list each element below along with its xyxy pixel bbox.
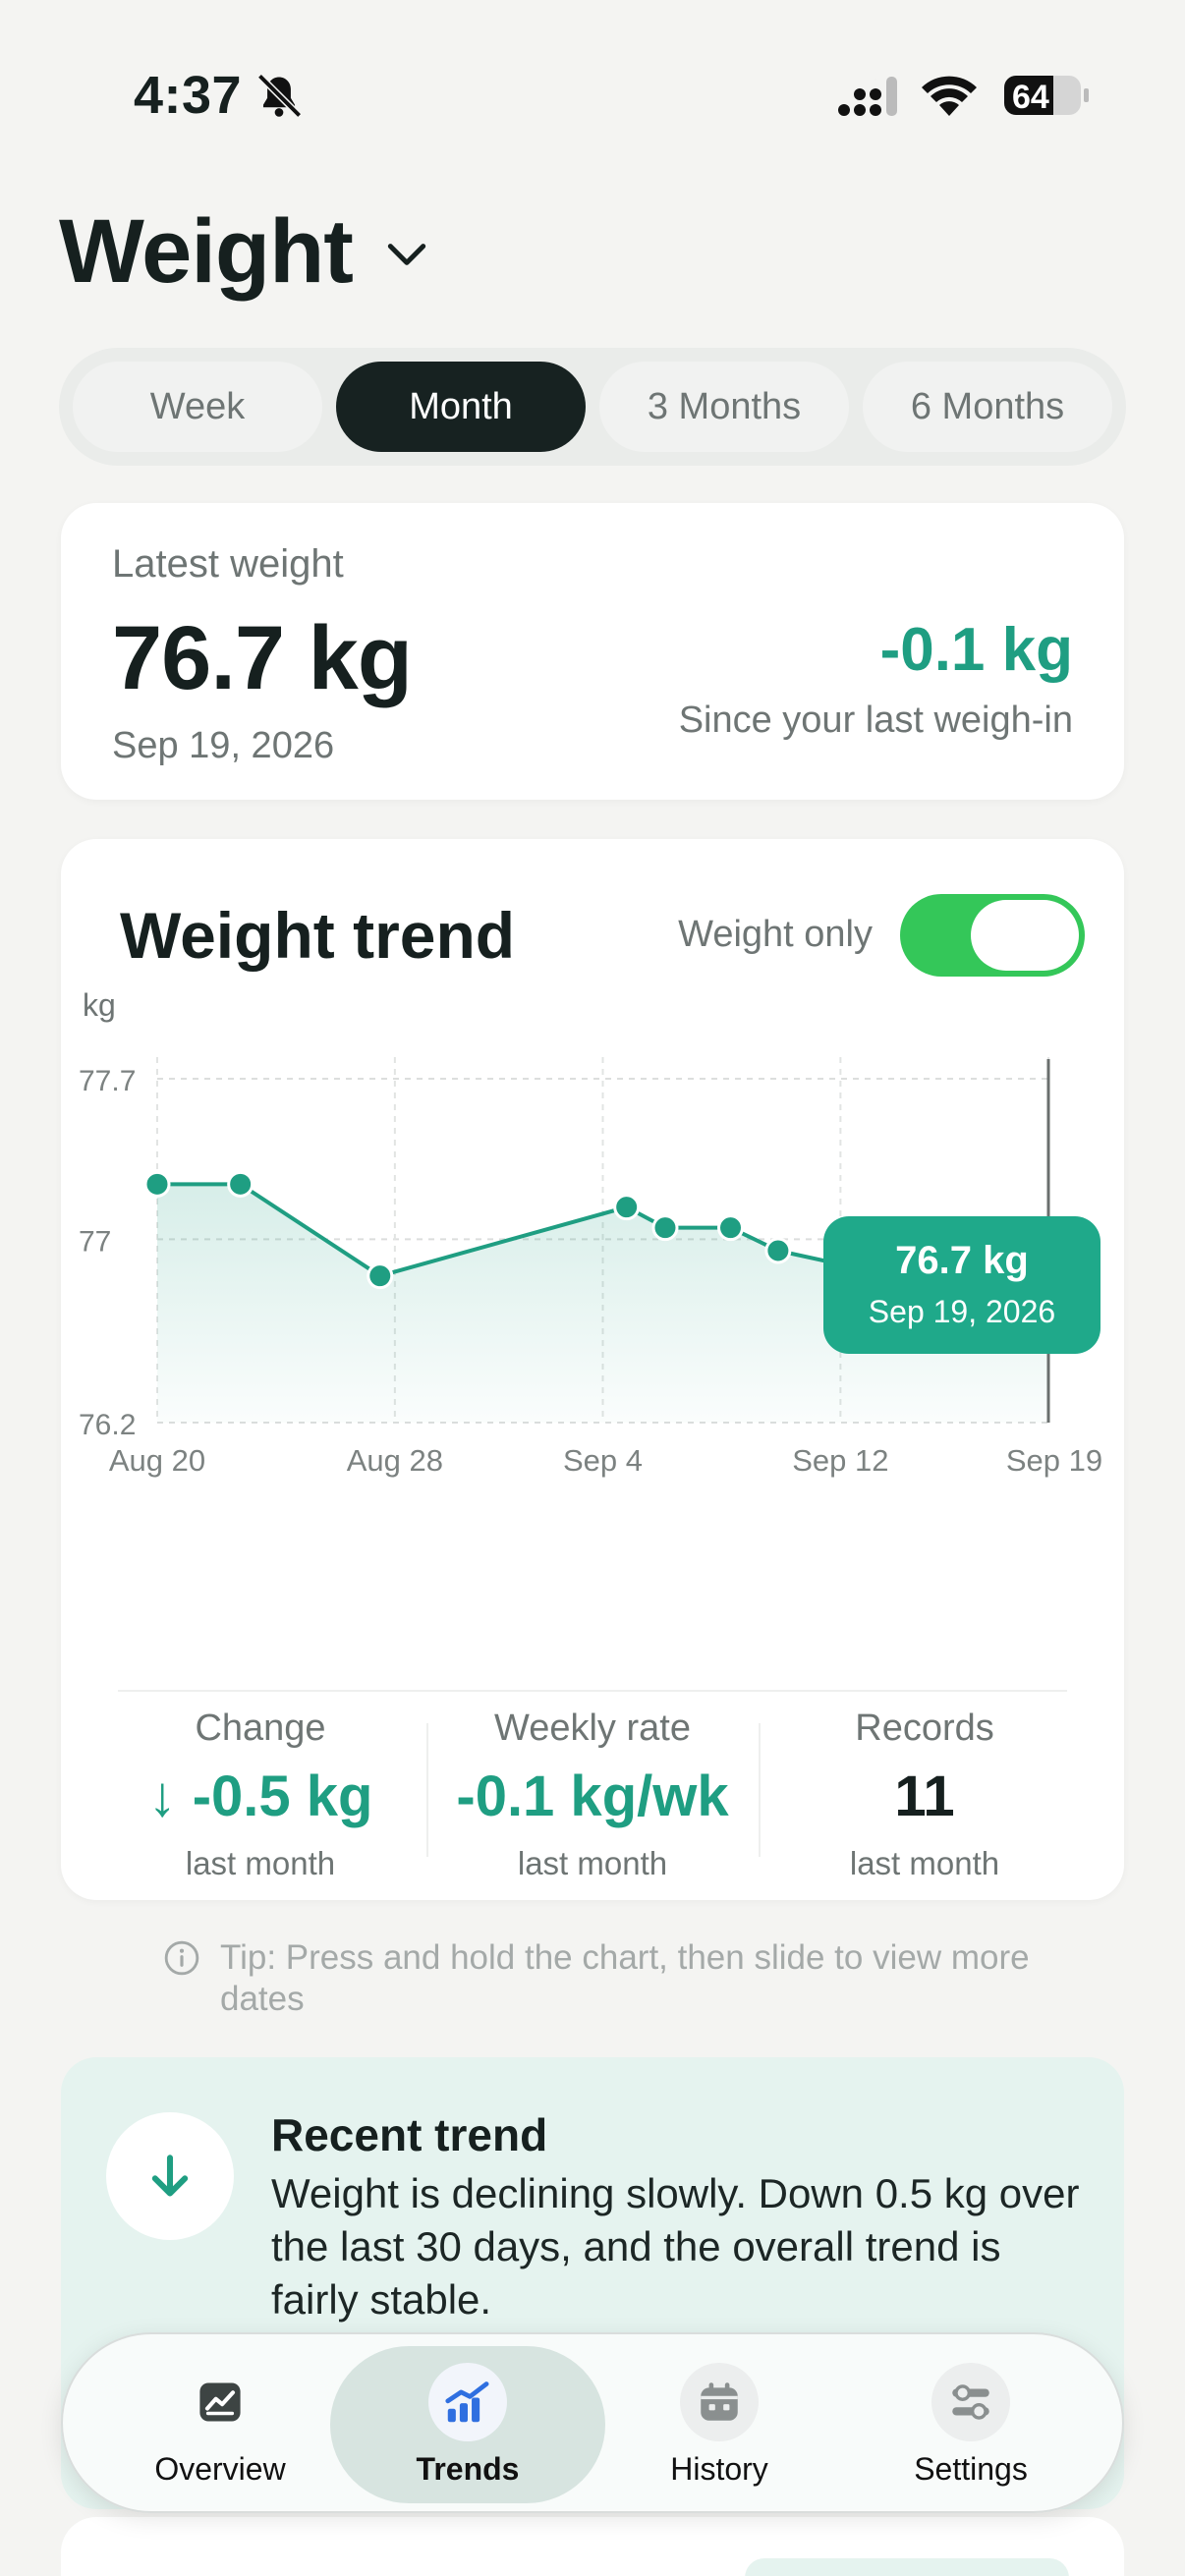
tab-settings[interactable]: Settings <box>833 2346 1108 2503</box>
x-tick-label: Sep 4 <box>563 1443 643 1478</box>
history-icon-wrap <box>680 2362 759 2441</box>
page-title: Weight <box>59 200 354 302</box>
history-icon <box>701 2381 738 2421</box>
toggle-knob <box>971 900 1079 971</box>
arrow-down-icon <box>151 2155 189 2197</box>
chevron-down-icon <box>387 244 426 265</box>
battery-indicator: 64 <box>1002 73 1091 118</box>
data-point <box>764 1237 792 1264</box>
stat-weekly-rate: Weekly rate -0.1 kg/wk last month <box>426 1700 759 1882</box>
stat-change-label: Change <box>195 1708 326 1749</box>
chart-tip: Tip: Press and hold the chart, then slid… <box>163 1937 1047 2020</box>
tab-trends-label: Trends <box>416 2450 520 2487</box>
tab-week[interactable]: Week <box>73 362 322 452</box>
weight-trend-card: Weight trend Weight only kg 77.7 77 76.2 Aug… <box>61 839 1124 1900</box>
tooltip-value: 76.7 kg <box>895 1239 1029 1282</box>
tooltip-box <box>823 1216 1100 1354</box>
latest-weight-date: Sep 19, 2026 <box>112 725 335 766</box>
overview-icon-wrap <box>181 2363 259 2441</box>
y-tick-label: 76.2 <box>79 1409 136 1441</box>
tooltip-date: Sep 19, 2026 <box>869 1294 1055 1329</box>
status-bar: 4:37 64 <box>0 0 1185 196</box>
y-tick-label: 77.7 <box>79 1065 136 1097</box>
arrow-down-icon: ↓ <box>147 1764 177 1828</box>
stat-records-value: 11 <box>894 1764 955 1828</box>
stat-records: Records 11 last month <box>759 1700 1091 1882</box>
data-point <box>717 1214 745 1242</box>
stat-change-number: -0.5 kg <box>192 1764 373 1828</box>
trend-title: Weight trend <box>120 899 516 972</box>
latest-weight-card: Latest weight 76.7 kg Sep 19, 2026 -0.1 … <box>61 503 1124 800</box>
battery-level: 64 <box>1012 79 1049 116</box>
y-tick-label: 77 <box>79 1225 111 1258</box>
recent-trend-icon-badge <box>106 2112 234 2240</box>
data-point <box>227 1170 254 1198</box>
stat-change-value: ↓ -0.5 kg <box>94 1764 426 1829</box>
page-title-dropdown[interactable]: Weight <box>59 200 431 302</box>
weight-delta-caption: Since your last weigh-in <box>678 700 1073 741</box>
tab-bar: Overview Trends History Settings <box>61 2332 1124 2513</box>
y-axis-label: kg <box>83 987 116 1023</box>
stat-weekly-rate-period: last month <box>517 1845 668 1881</box>
settings-icon-wrap <box>931 2362 1010 2441</box>
recent-trend-title: Recent trend <box>271 2109 548 2160</box>
x-tick-label: Sep 12 <box>792 1443 888 1478</box>
next-card-pill <box>745 2558 1069 2576</box>
stat-weekly-rate-label: Weekly rate <box>494 1708 691 1749</box>
overview-icon <box>199 2382 241 2421</box>
latest-weight-label: Latest weight <box>112 542 344 586</box>
latest-weight-value: 76.7 kg <box>112 608 413 708</box>
data-point <box>613 1194 641 1221</box>
tab-6-months[interactable]: 6 Months <box>863 362 1112 452</box>
trends-icon-wrap <box>428 2362 507 2441</box>
stat-records-label: Records <box>855 1708 994 1749</box>
bell-off-icon <box>257 73 303 118</box>
tab-overview-label: Overview <box>154 2450 286 2487</box>
tab-3-months[interactable]: 3 Months <box>599 362 849 452</box>
tab-month[interactable]: Month <box>336 362 586 452</box>
x-tick-label: Aug 20 <box>109 1443 205 1478</box>
cellular-signal-icon <box>838 77 897 116</box>
weight-only-label: Weight only <box>678 914 873 955</box>
x-tick-label: Aug 28 <box>347 1443 443 1478</box>
next-card-peek <box>61 2517 1124 2576</box>
tab-history[interactable]: History <box>582 2346 857 2503</box>
recent-trend-body: Weight is declining slowly. Down 0.5 kg … <box>271 2170 1080 2323</box>
tab-history-label: History <box>670 2450 768 2487</box>
settings-icon <box>952 2383 989 2420</box>
data-point <box>367 1262 394 1290</box>
tab-trends[interactable]: Trends <box>330 2346 605 2503</box>
stat-records-period: last month <box>849 1845 1000 1881</box>
weight-chart[interactable]: kg 77.7 77 76.2Aug 20 Aug 28 Sep 4 Sep 12 Sep 1… <box>61 977 1124 1507</box>
trends-icon <box>445 2380 489 2422</box>
chart-tip-text: Tip: Press and hold the chart, then slid… <box>220 1938 1030 2018</box>
weight-only-toggle[interactable] <box>900 894 1085 977</box>
data-point <box>143 1170 171 1198</box>
stat-weekly-rate-value: -0.1 kg/wk <box>456 1764 729 1828</box>
status-time: 4:37 <box>134 66 243 125</box>
wifi-icon <box>922 76 977 116</box>
stat-change: Change ↓ -0.5 kg last month <box>94 1700 426 1882</box>
stat-change-period: last month <box>185 1845 336 1881</box>
tab-settings-label: Settings <box>914 2450 1028 2487</box>
data-point <box>651 1214 679 1242</box>
range-segmented-control: Week Month 3 Months 6 Months <box>59 348 1126 466</box>
x-tick-label: Sep 19 <box>1006 1443 1102 1478</box>
weight-delta: -0.1 kg <box>879 616 1073 684</box>
stats-divider <box>118 1690 1067 1692</box>
tab-overview[interactable]: Overview <box>83 2346 358 2503</box>
